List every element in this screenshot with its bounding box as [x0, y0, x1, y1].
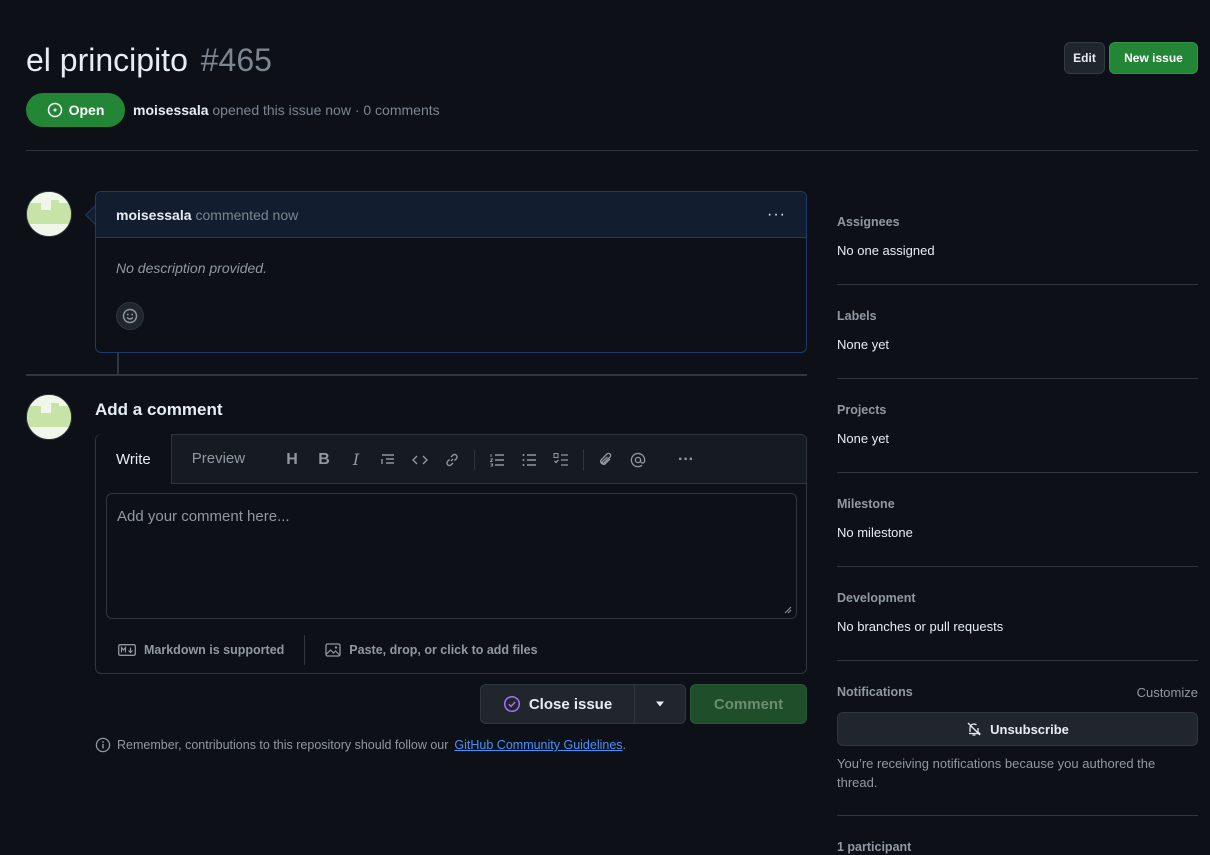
triangle-down-icon: [656, 701, 664, 707]
timeline-line: [117, 353, 119, 375]
toolbar-separator: [474, 449, 475, 470]
sidebar-divider: [837, 284, 1198, 285]
unsubscribe-label: Unsubscribe: [990, 721, 1069, 737]
task-list-icon[interactable]: [545, 444, 577, 476]
markdown-icon: [118, 644, 136, 656]
issue-meta-text: opened this issue now · 0 comments: [212, 102, 440, 118]
numbered-list-icon[interactable]: [481, 444, 513, 476]
community-guidelines-link[interactable]: GitHub Community Guidelines: [454, 738, 622, 752]
new-issue-button[interactable]: New issue: [1109, 42, 1198, 74]
guidelines-suffix: .: [622, 738, 627, 752]
quote-icon[interactable]: [372, 444, 404, 476]
attach-icon[interactable]: [590, 444, 622, 476]
formatting-tools: H B I ···: [276, 435, 702, 484]
projects-value: None yet: [837, 431, 890, 446]
italic-icon[interactable]: I: [340, 444, 372, 476]
sidebar-projects[interactable]: Projects None yet: [837, 403, 1198, 446]
unordered-list-icon[interactable]: [513, 444, 545, 476]
comment-editor: Write Preview H B I ··· Add your comment…: [95, 434, 807, 674]
markdown-label: Markdown is supported: [144, 643, 285, 657]
labels-value: None yet: [837, 337, 890, 352]
customize-link[interactable]: Customize: [1137, 685, 1198, 700]
comment-textarea[interactable]: Add your comment here...: [106, 493, 797, 619]
sidebar-divider: [837, 472, 1198, 473]
comment-author-link[interactable]: moisessala: [116, 207, 192, 223]
attach-files-button[interactable]: Paste, drop, or click to add files: [325, 642, 538, 658]
close-options-button[interactable]: [635, 685, 685, 723]
bell-slash-icon: [967, 722, 982, 736]
mention-icon[interactable]: [622, 444, 654, 476]
issue-opened-icon: [47, 102, 62, 118]
add-comment-title: Add a comment: [95, 400, 223, 419]
assignees-value: No one assigned: [837, 243, 935, 258]
issue-number: #465: [200, 42, 272, 78]
attach-files-label: Paste, drop, or click to add files: [349, 643, 538, 657]
status-badge: Open: [26, 93, 125, 127]
avatar[interactable]: [26, 394, 72, 440]
image-icon: [325, 643, 341, 657]
guidelines-text: Remember, contributions to this reposito…: [117, 738, 449, 752]
comment-header: moisessala commented now ···: [96, 192, 806, 238]
comment-placeholder: Add your comment here...: [117, 508, 290, 525]
status-badge-label: Open: [68, 102, 105, 118]
info-icon: [95, 737, 111, 753]
resize-grip-icon[interactable]: [784, 606, 792, 614]
comment-more-icon[interactable]: ···: [767, 206, 786, 224]
link-icon[interactable]: [436, 444, 468, 476]
tab-preview[interactable]: Preview: [172, 434, 265, 483]
smiley-icon: [122, 308, 138, 324]
issue-title-text: el principito: [26, 42, 188, 78]
labels-label: Labels: [837, 309, 877, 323]
participants-label: 1 participant: [837, 840, 912, 854]
toolbar-separator: [583, 449, 584, 470]
development-value: No branches or pull requests: [837, 619, 1004, 634]
milestone-label: Milestone: [837, 497, 895, 511]
check-circle-icon: [503, 695, 520, 713]
comment-time[interactable]: commented now: [196, 207, 299, 223]
heading-icon[interactable]: H: [276, 444, 308, 476]
footer-separator: [304, 635, 306, 665]
issue-author-link[interactable]: moisessala: [133, 102, 209, 118]
close-issue-button[interactable]: Close issue: [481, 685, 635, 723]
sidebar-labels[interactable]: Labels None yet: [837, 309, 1198, 352]
sidebar-development[interactable]: Development No branches or pull requests: [837, 591, 1198, 634]
identicon-avatar: [27, 395, 71, 439]
development-label: Development: [837, 591, 916, 605]
close-issue-label: Close issue: [528, 695, 613, 713]
milestone-value: No milestone: [837, 525, 913, 540]
issue-meta: moisessala opened this issue now · 0 com…: [133, 102, 440, 118]
editor-toolbar: Write Preview H B I ···: [96, 434, 806, 484]
tab-write[interactable]: Write: [96, 434, 172, 484]
editor-footer: Markdown is supported Paste, drop, or cl…: [96, 627, 806, 673]
avatar[interactable]: [26, 191, 72, 237]
edit-button[interactable]: Edit: [1064, 42, 1105, 74]
comment-body: No description provided.: [116, 260, 267, 276]
assignees-label: Assignees: [837, 215, 900, 229]
sidebar-notifications: Notifications Customize: [837, 685, 1198, 703]
sidebar-assignees[interactable]: Assignees No one assigned: [837, 215, 1198, 258]
header-divider: [26, 150, 1198, 151]
close-issue-group: Close issue: [480, 684, 686, 724]
sidebar-participants: 1 participant: [837, 840, 1198, 854]
code-icon[interactable]: [404, 444, 436, 476]
sidebar-divider: [837, 660, 1198, 661]
notifications-note: You’re receiving notifications because y…: [837, 756, 1156, 790]
guidelines-note: Remember, contributions to this reposito…: [95, 737, 626, 753]
markdown-link[interactable]: Markdown is supported: [118, 643, 284, 657]
bold-icon[interactable]: B: [308, 444, 340, 476]
projects-label: Projects: [837, 403, 887, 417]
sidebar-divider: [837, 378, 1198, 379]
issue-title: el principito #465: [26, 40, 272, 80]
identicon-avatar: [27, 192, 71, 236]
sidebar-divider: [837, 815, 1198, 816]
add-reaction-button[interactable]: [116, 302, 144, 330]
comment-button[interactable]: Comment: [690, 684, 807, 724]
timeline-divider: [26, 374, 807, 376]
unsubscribe-button[interactable]: Unsubscribe: [837, 712, 1198, 746]
more-tools-icon[interactable]: ···: [670, 444, 702, 476]
comment-card: moisessala commented now ··· No descript…: [95, 191, 807, 353]
sidebar-milestone[interactable]: Milestone No milestone: [837, 497, 1198, 540]
sidebar-divider: [837, 566, 1198, 567]
